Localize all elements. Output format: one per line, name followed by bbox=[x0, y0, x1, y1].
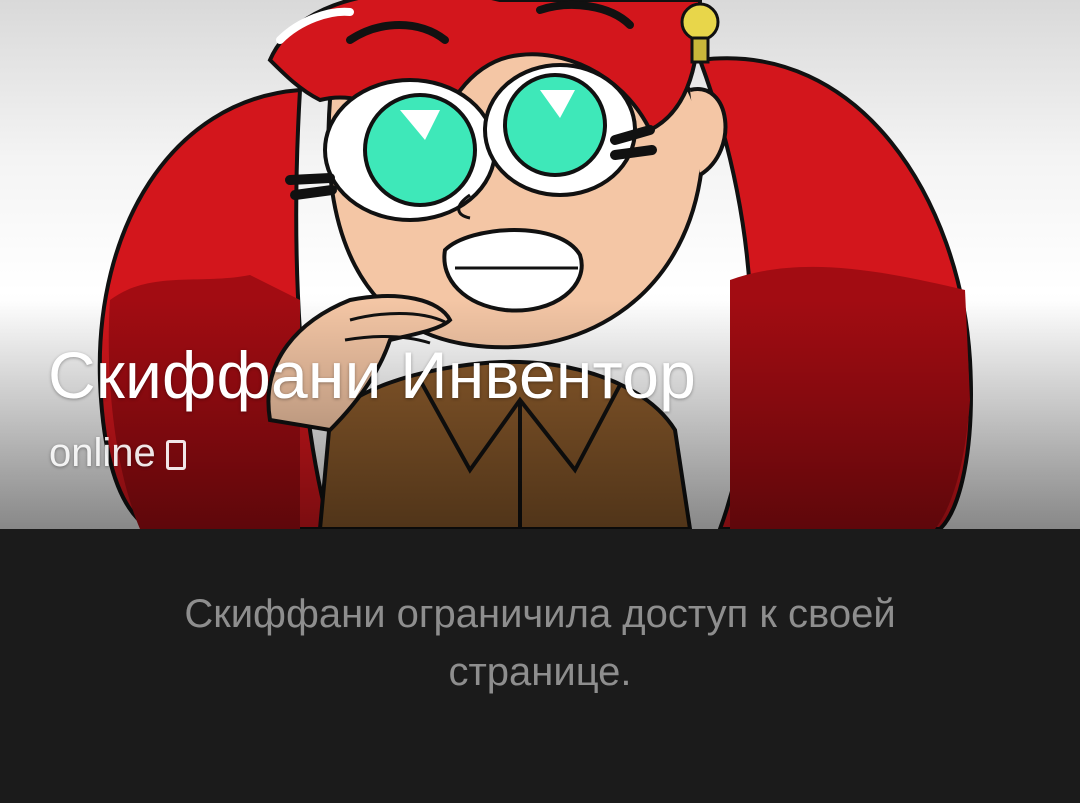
privacy-notice: Скиффани ограничила доступ к своей стран… bbox=[0, 529, 1080, 803]
profile-cover[interactable]: Скиффани Инвентор online bbox=[0, 0, 1080, 529]
profile-name: Скиффани Инвентор bbox=[48, 338, 697, 412]
phone-icon bbox=[165, 440, 186, 470]
cover-shade bbox=[0, 300, 1080, 529]
restricted-message: Скиффани ограничила доступ к своей стран… bbox=[184, 592, 896, 694]
status-text: online bbox=[49, 431, 156, 475]
online-status: online bbox=[49, 428, 186, 478]
